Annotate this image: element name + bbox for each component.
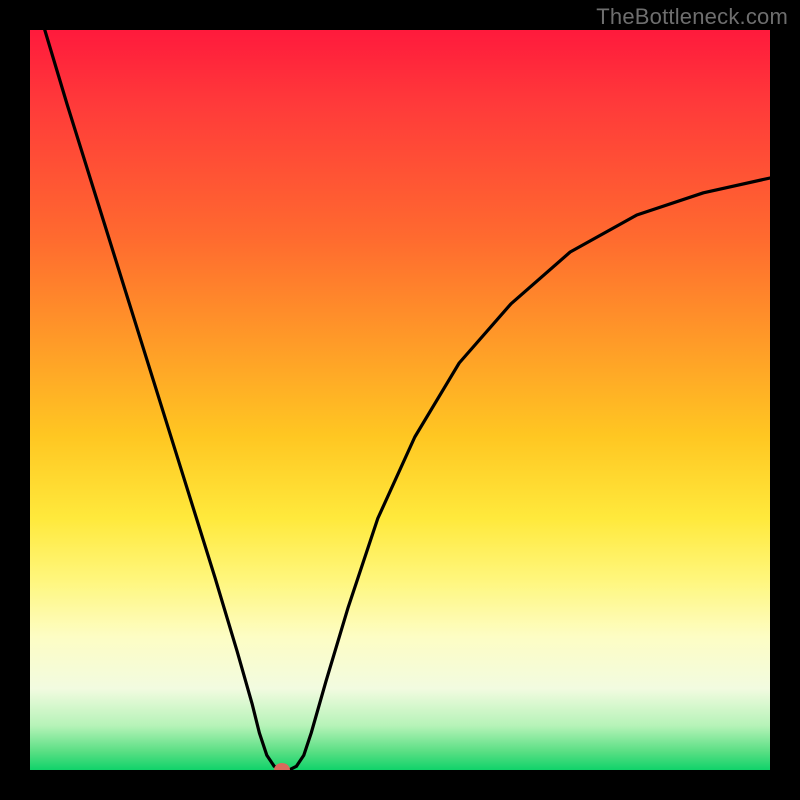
chart-frame: TheBottleneck.com: [0, 0, 800, 800]
bottleneck-curve: [30, 30, 770, 770]
plot-area: [30, 30, 770, 770]
minimum-point-dot: [274, 763, 290, 770]
curve-path: [45, 30, 770, 770]
watermark-text: TheBottleneck.com: [596, 4, 788, 30]
